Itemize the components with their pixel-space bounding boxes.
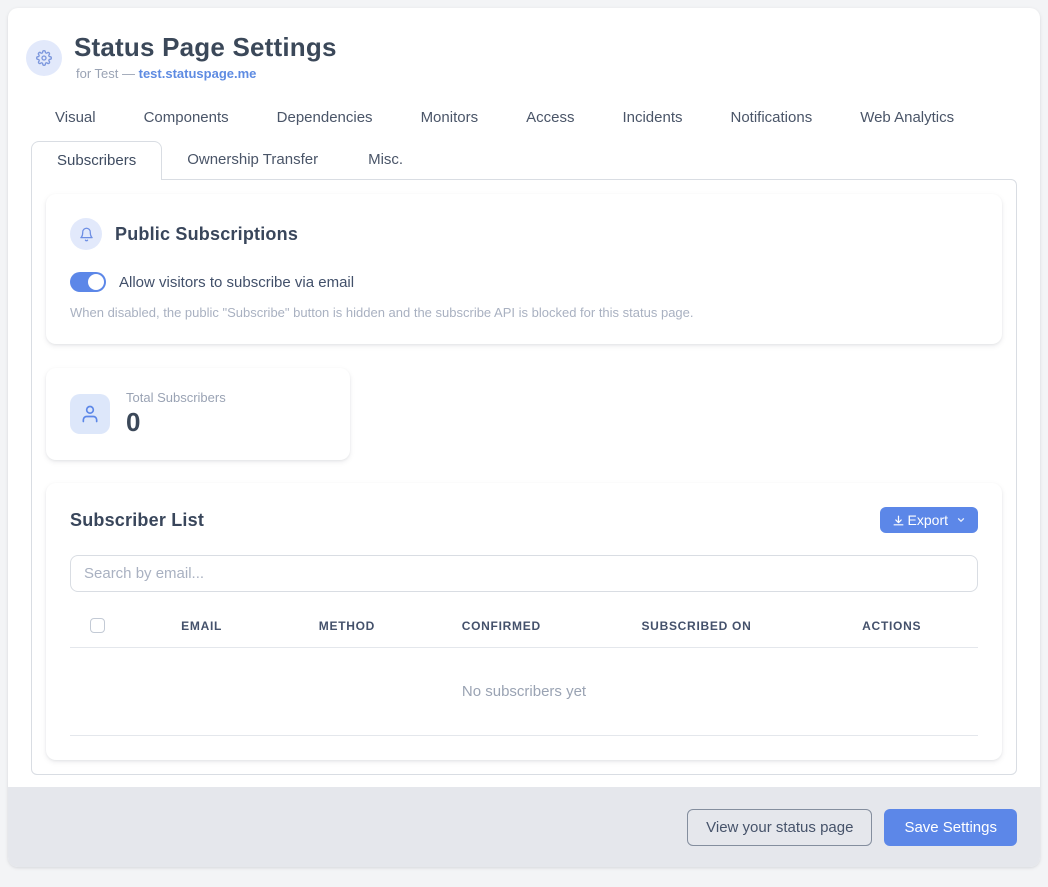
status-page-link[interactable]: test.statuspage.me [139,66,257,81]
tab-row-1: Visual Components Dependencies Monitors … [31,99,1017,137]
subscriber-list-card: Subscriber List Export [46,483,1002,760]
public-subscriptions-card: Public Subscriptions Allow visitors to s… [46,194,1002,344]
save-settings-button[interactable]: Save Settings [884,809,1017,846]
header-text: Status Page Settings for Test — test.sta… [74,32,337,81]
table-header-row: EMAIL METHOD CONFIRMED SUBSCRIBED ON ACT… [70,610,978,648]
public-subscriptions-heading: Public Subscriptions [115,224,298,245]
gear-icon [26,40,62,76]
column-method: METHOD [279,619,415,633]
subtitle-prefix: for Test — [76,66,139,81]
page-title: Status Page Settings [74,32,337,63]
status-page-settings-card: Status Page Settings for Test — test.sta… [8,8,1040,867]
tab-components[interactable]: Components [120,99,253,137]
tab-subscribers[interactable]: Subscribers [31,141,162,180]
subscribers-table: EMAIL METHOD CONFIRMED SUBSCRIBED ON ACT… [70,610,978,736]
tab-notifications[interactable]: Notifications [707,99,837,137]
subscriber-list-header: Subscriber List Export [70,507,978,533]
subscribers-tab-panel: Public Subscriptions Allow visitors to s… [31,179,1017,775]
subscribe-toggle-row: Allow visitors to subscribe via email [70,272,978,292]
person-icon [70,394,110,434]
empty-state-text: No subscribers yet [70,648,978,736]
select-all-checkbox[interactable] [90,618,105,633]
export-button[interactable]: Export [880,507,978,533]
export-button-label: Export [908,512,948,528]
toggle-helper-text: When disabled, the public "Subscribe" bu… [70,305,978,320]
allow-subscribe-toggle[interactable] [70,272,106,292]
settings-tabs: Visual Components Dependencies Monitors … [31,99,1017,179]
total-subscribers-label: Total Subscribers [126,390,226,405]
tab-ownership-transfer[interactable]: Ownership Transfer [162,141,343,179]
select-all-cell [70,618,124,633]
public-subscriptions-header: Public Subscriptions [70,218,978,250]
tab-dependencies[interactable]: Dependencies [253,99,397,137]
page-header: Status Page Settings for Test — test.sta… [8,8,1040,91]
chevron-down-icon [956,515,966,525]
column-email: EMAIL [124,619,278,633]
tab-web-analytics[interactable]: Web Analytics [836,99,978,137]
page-subtitle: for Test — test.statuspage.me [74,66,337,81]
download-icon [892,514,905,527]
tab-access[interactable]: Access [502,99,598,137]
search-input[interactable] [70,555,978,592]
bell-icon [70,218,102,250]
view-status-page-button[interactable]: View your status page [687,809,872,846]
subscriber-list-heading: Subscriber List [70,510,204,531]
stat-text: Total Subscribers 0 [126,390,226,438]
column-confirmed: CONFIRMED [415,619,588,633]
column-actions: ACTIONS [805,619,978,633]
column-subscribed-on: SUBSCRIBED ON [588,619,806,633]
settings-footer: View your status page Save Settings [8,787,1040,867]
toggle-label: Allow visitors to subscribe via email [119,274,354,291]
total-subscribers-card: Total Subscribers 0 [46,368,350,460]
toggle-knob [88,274,104,290]
tab-row-2: Subscribers Ownership Transfer Misc. [31,141,1017,179]
tab-misc[interactable]: Misc. [343,141,428,179]
tab-incidents[interactable]: Incidents [598,99,706,137]
tab-visual[interactable]: Visual [31,99,120,137]
tab-monitors[interactable]: Monitors [397,99,503,137]
total-subscribers-value: 0 [126,407,226,438]
